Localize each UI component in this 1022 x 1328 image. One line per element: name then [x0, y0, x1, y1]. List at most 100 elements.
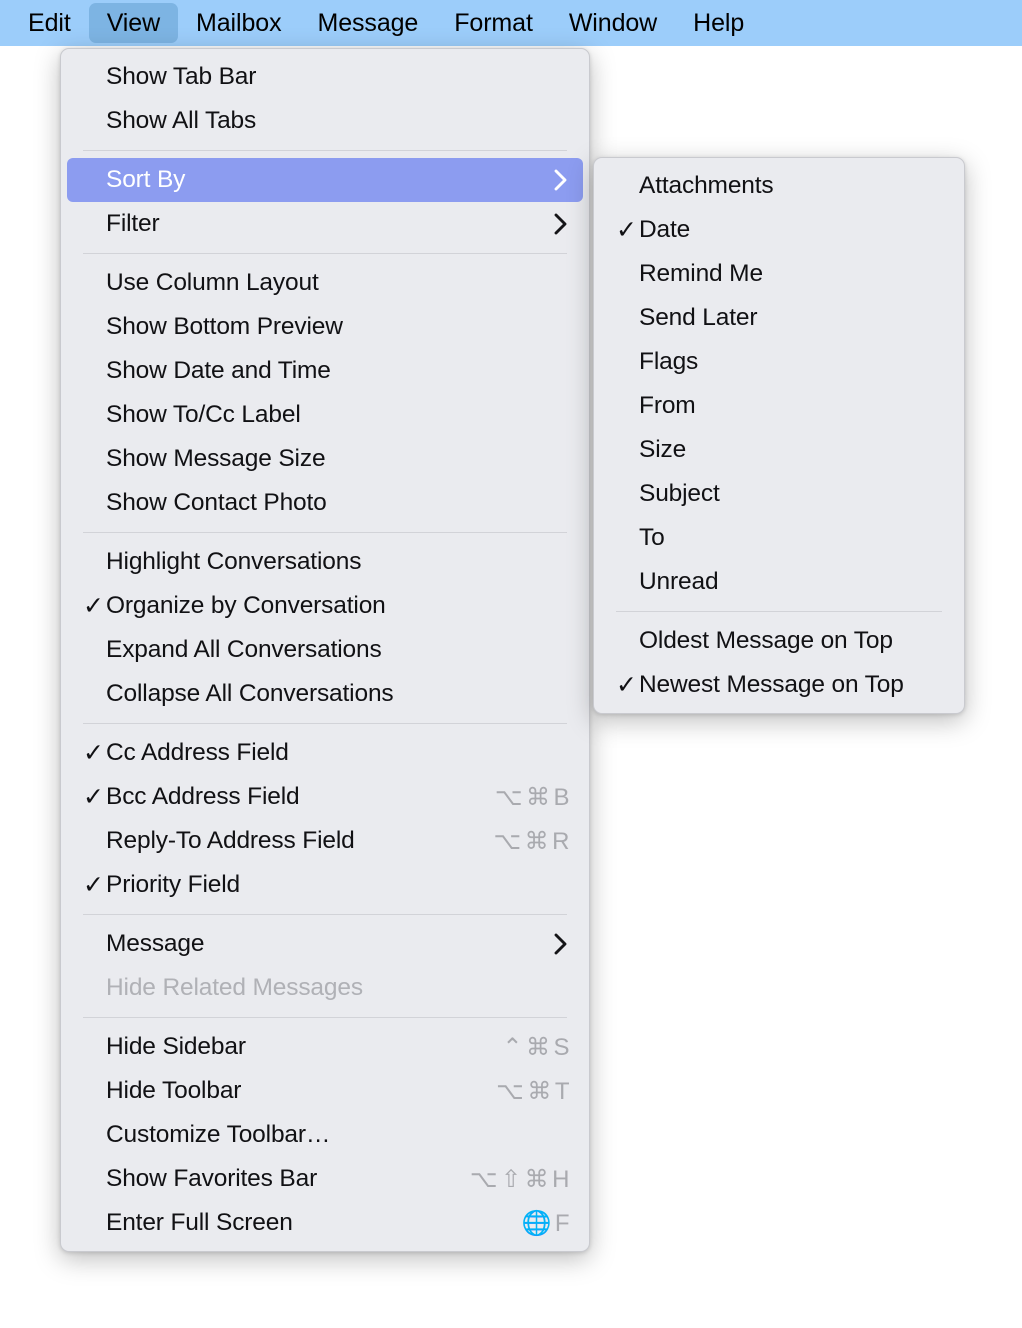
menu-item-remind-me[interactable]: Remind Me — [594, 252, 964, 296]
checkmark-icon: ✓ — [83, 873, 106, 898]
menu-item-label: Show Contact Photo — [106, 489, 573, 517]
checkmark-icon: ✓ — [83, 741, 106, 766]
menu-item-label: Oldest Message on Top — [639, 627, 948, 655]
menu-item-show-all-tabs[interactable]: Show All Tabs — [61, 99, 589, 143]
checkmark-icon: ✓ — [616, 673, 639, 698]
menu-item-label: Attachments — [639, 172, 948, 200]
menu-separator — [83, 914, 567, 915]
menu-item-label: Show Date and Time — [106, 357, 573, 385]
menu-item-cc-address-field[interactable]: ✓Cc Address Field — [61, 731, 589, 775]
menu-item-filter[interactable]: Filter — [61, 202, 589, 246]
menubar-item-help[interactable]: Help — [675, 3, 762, 43]
menu-item-hide-related-messages: Hide Related Messages — [61, 966, 589, 1010]
menubar-item-label: View — [107, 9, 160, 38]
menu-item-label: Show Bottom Preview — [106, 313, 573, 341]
menu-item-label: Show Favorites Bar — [106, 1165, 444, 1193]
checkmark-icon: ✓ — [83, 594, 106, 619]
menu-item-collapse-all-conversations[interactable]: Collapse All Conversations — [61, 672, 589, 716]
menubar-item-window[interactable]: Window — [551, 3, 675, 43]
menubar-item-label: Help — [693, 9, 744, 38]
menu-item-unread[interactable]: Unread — [594, 560, 964, 604]
menu-item-label: Bcc Address Field — [106, 783, 469, 811]
menu-item-from[interactable]: From — [594, 384, 964, 428]
menu-item-reply-to-address-field[interactable]: Reply-To Address Field⌥⌘R — [61, 819, 589, 863]
menubar-item-label: Edit — [28, 9, 71, 38]
menubar-item-label: Window — [569, 9, 657, 38]
menu-item-show-bottom-preview[interactable]: Show Bottom Preview — [61, 305, 589, 349]
menu-item-highlight-conversations[interactable]: Highlight Conversations — [61, 540, 589, 584]
chevron-right-icon — [549, 169, 573, 191]
menu-item-label: Sort By — [106, 166, 531, 194]
menu-item-label: Hide Sidebar — [106, 1033, 476, 1061]
menu-item-customize-toolbar[interactable]: Customize Toolbar… — [61, 1113, 589, 1157]
menu-item-label: Show Tab Bar — [106, 63, 573, 91]
menu-item-send-later[interactable]: Send Later — [594, 296, 964, 340]
menu-item-show-contact-photo[interactable]: Show Contact Photo — [61, 481, 589, 525]
menu-item-show-to-cc-label[interactable]: Show To/Cc Label — [61, 393, 589, 437]
menu-item-label: Remind Me — [639, 260, 948, 288]
menu-item-label: Newest Message on Top — [639, 671, 948, 699]
keyboard-shortcut: ⌃⌘S — [476, 1033, 573, 1062]
menu-item-size[interactable]: Size — [594, 428, 964, 472]
menu-item-label: Message — [106, 930, 531, 958]
menu-item-label: Show To/Cc Label — [106, 401, 573, 429]
menu-item-date[interactable]: ✓Date — [594, 208, 964, 252]
menu-item-label: Hide Toolbar — [106, 1077, 470, 1105]
chevron-right-icon — [549, 213, 573, 235]
menu-item-sort-by[interactable]: Sort By — [67, 158, 583, 202]
keyboard-shortcut: 🌐F — [495, 1209, 573, 1238]
menu-item-flags[interactable]: Flags — [594, 340, 964, 384]
menu-item-label: Unread — [639, 568, 948, 596]
menu-item-label: From — [639, 392, 948, 420]
menubar-item-view[interactable]: View — [89, 3, 178, 43]
menu-item-label: Subject — [639, 480, 948, 508]
menu-item-newest-message-on-top[interactable]: ✓Newest Message on Top — [594, 663, 964, 707]
menu-item-label: To — [639, 524, 948, 552]
menubar-item-format[interactable]: Format — [436, 3, 551, 43]
menu-item-label: Customize Toolbar… — [106, 1121, 573, 1149]
sort-by-submenu-panel: Attachments✓DateRemind MeSend LaterFlags… — [593, 157, 965, 714]
menu-item-label: Show Message Size — [106, 445, 573, 473]
menu-item-label: Enter Full Screen — [106, 1209, 495, 1237]
menu-item-show-message-size[interactable]: Show Message Size — [61, 437, 589, 481]
menu-item-message[interactable]: Message — [61, 922, 589, 966]
menubar-item-message[interactable]: Message — [299, 3, 436, 43]
menu-bar: Edit View Mailbox Message Format Window Help — [0, 0, 1022, 46]
menu-item-label: Size — [639, 436, 948, 464]
menu-item-show-favorites-bar[interactable]: Show Favorites Bar⌥⇧⌘H — [61, 1157, 589, 1201]
menu-item-show-tab-bar[interactable]: Show Tab Bar — [61, 55, 589, 99]
menu-item-label: Organize by Conversation — [106, 592, 573, 620]
view-menu-panel: Show Tab Bar Show All Tabs Sort By Filter Us… — [60, 48, 590, 1252]
menubar-item-edit[interactable]: Edit — [10, 3, 89, 43]
menubar-item-mailbox[interactable]: Mailbox — [178, 3, 299, 43]
menu-item-hide-toolbar[interactable]: Hide Toolbar⌥⌘T — [61, 1069, 589, 1113]
keyboard-shortcut: ⌥⌘T — [470, 1077, 573, 1106]
keyboard-shortcut: ⌥⌘B — [469, 783, 573, 812]
menu-item-subject[interactable]: Subject — [594, 472, 964, 516]
menu-item-to[interactable]: To — [594, 516, 964, 560]
menu-item-enter-full-screen[interactable]: Enter Full Screen🌐F — [61, 1201, 589, 1245]
menu-separator — [83, 253, 567, 254]
menu-item-label: Date — [639, 216, 948, 244]
menu-item-label: Send Later — [639, 304, 948, 332]
checkmark-icon: ✓ — [83, 785, 106, 810]
menu-separator — [616, 611, 942, 612]
menu-item-label: Show All Tabs — [106, 107, 573, 135]
menubar-item-label: Message — [317, 9, 418, 38]
menu-item-attachments[interactable]: Attachments — [594, 164, 964, 208]
chevron-right-icon — [549, 933, 573, 955]
menu-item-use-column-layout[interactable]: Use Column Layout — [61, 261, 589, 305]
checkmark-icon: ✓ — [616, 218, 639, 243]
menu-item-oldest-message-on-top[interactable]: Oldest Message on Top — [594, 619, 964, 663]
menu-item-hide-sidebar[interactable]: Hide Sidebar⌃⌘S — [61, 1025, 589, 1069]
menu-item-expand-all-conversations[interactable]: Expand All Conversations — [61, 628, 589, 672]
keyboard-shortcut: ⌥⌘R — [468, 827, 574, 856]
menu-item-priority-field[interactable]: ✓Priority Field — [61, 863, 589, 907]
menu-item-show-date-and-time[interactable]: Show Date and Time — [61, 349, 589, 393]
menu-item-label: Flags — [639, 348, 948, 376]
menu-item-organize-by-conversation[interactable]: ✓Organize by Conversation — [61, 584, 589, 628]
menu-item-label: Cc Address Field — [106, 739, 573, 767]
menubar-item-label: Mailbox — [196, 9, 281, 38]
menu-item-bcc-address-field[interactable]: ✓Bcc Address Field⌥⌘B — [61, 775, 589, 819]
menu-item-label: Collapse All Conversations — [106, 680, 573, 708]
